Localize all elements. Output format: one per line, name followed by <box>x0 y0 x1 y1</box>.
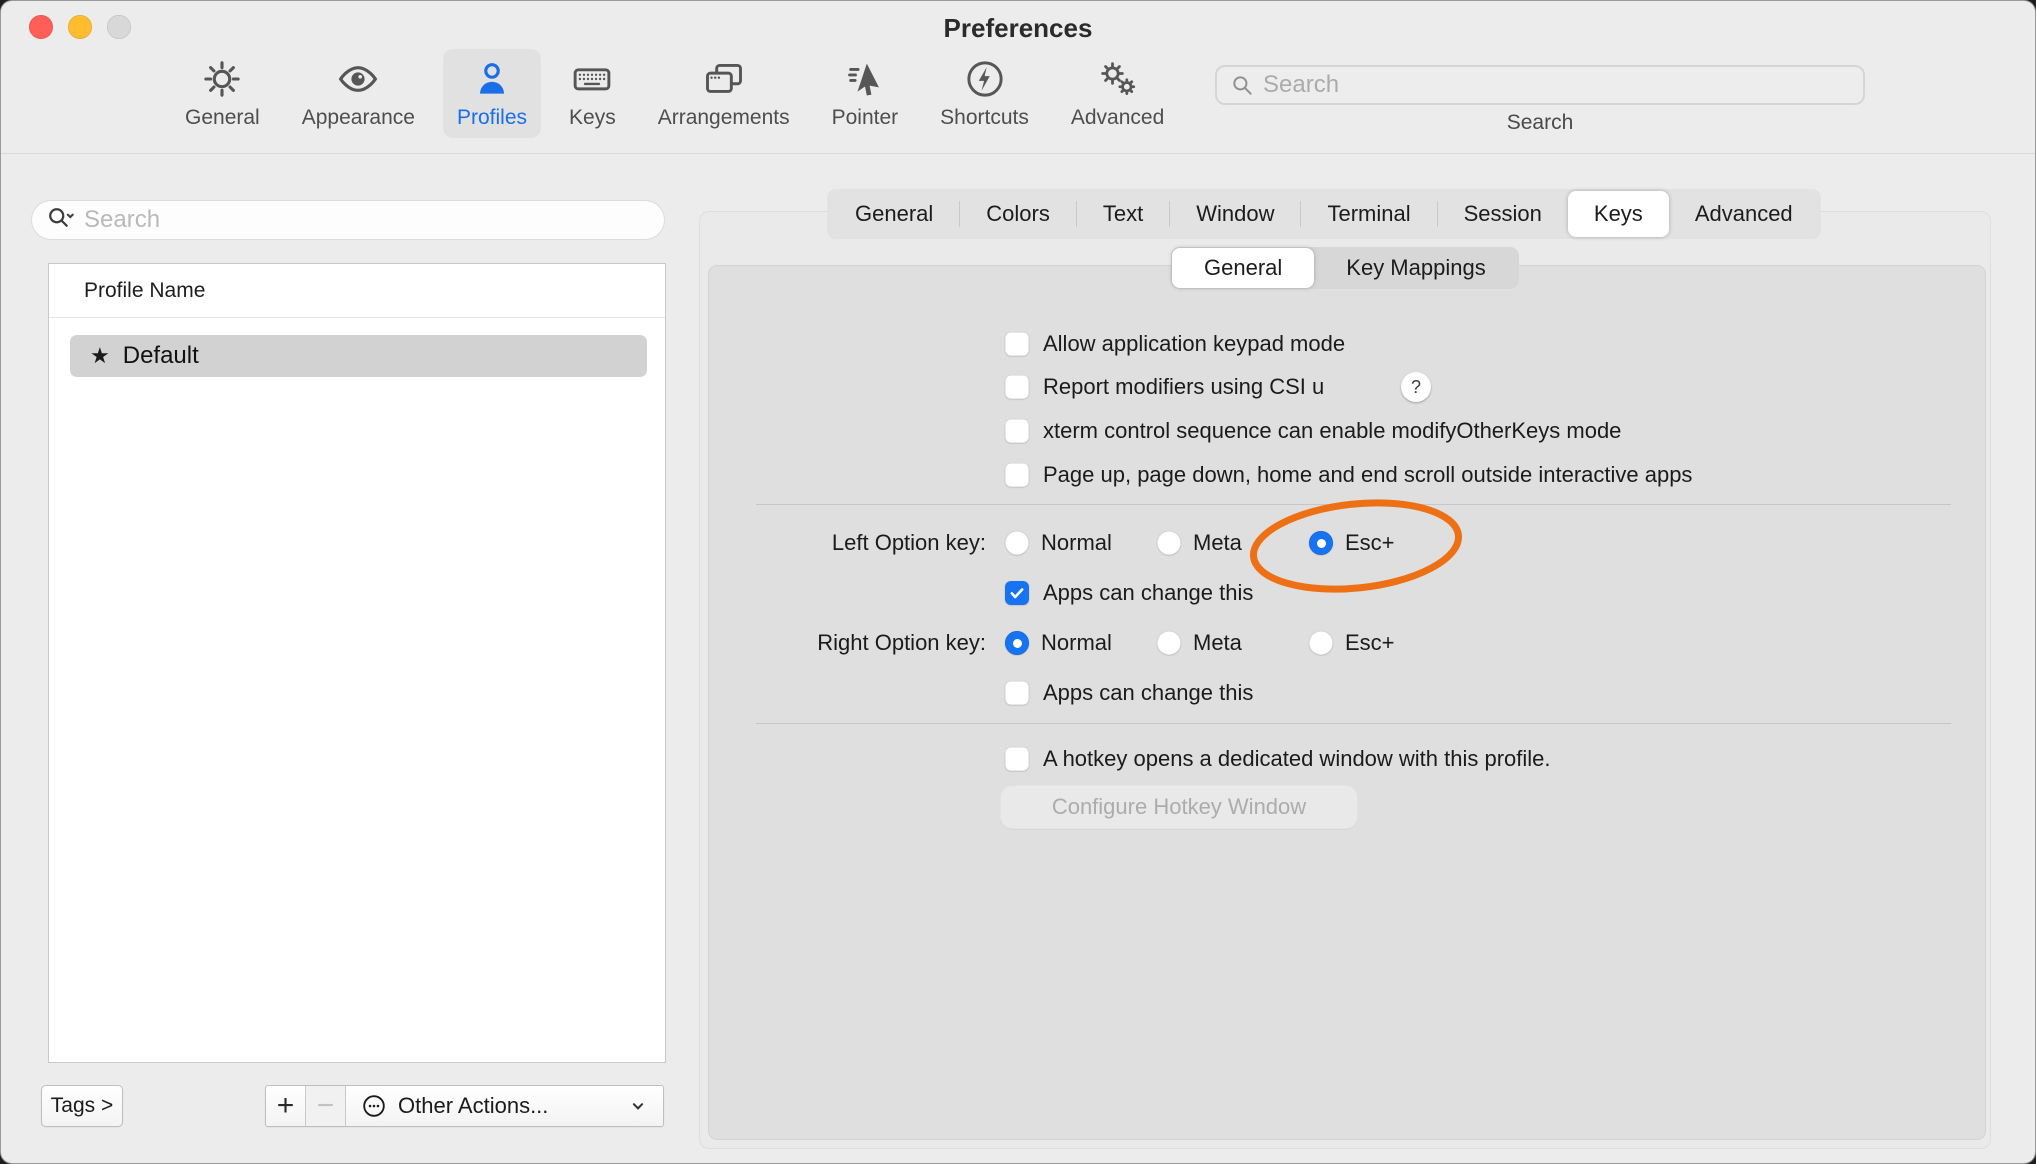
toolbar-label: Profiles <box>457 106 527 130</box>
keys-general-contentbox <box>708 265 1986 1140</box>
checkbox-keypad-mode[interactable] <box>1005 332 1029 356</box>
subtab-key-mappings[interactable]: Key Mappings <box>1314 248 1517 288</box>
checkbox-label[interactable]: xterm control sequence can enable modify… <box>1043 417 1621 445</box>
toolbar-item-shortcuts[interactable]: Shortcuts <box>926 49 1043 138</box>
checkbox-csi-u[interactable] <box>1005 375 1029 399</box>
checkbox-label[interactable]: Page up, page down, home and end scroll … <box>1043 461 1692 489</box>
checkbox-left-apps-can-change[interactable] <box>1005 581 1029 605</box>
toolbar-item-appearance[interactable]: Appearance <box>288 49 429 138</box>
search-icon <box>1229 72 1255 98</box>
radio-left-meta[interactable] <box>1157 531 1181 555</box>
toolbar-label: Keys <box>569 106 616 130</box>
toolbar-search-label: Search <box>1215 111 1865 135</box>
tab-keys[interactable]: Keys <box>1568 191 1669 237</box>
keys-subtab-bar: General Key Mappings <box>1171 247 1519 289</box>
radio-left-esc[interactable] <box>1309 531 1333 555</box>
checkbox-label[interactable]: A hotkey opens a dedicated window with t… <box>1043 745 1551 773</box>
preferences-window: Preferences General Appearance Profiles … <box>0 0 2036 1164</box>
checkbox-label[interactable]: Report modifiers using CSI u <box>1043 373 1324 401</box>
toolbar-item-advanced[interactable]: Advanced <box>1057 49 1178 138</box>
bolt-icon <box>963 57 1007 101</box>
gears-icon <box>1096 57 1140 101</box>
toolbar-label: General <box>185 106 260 130</box>
chevron-down-icon <box>627 1095 649 1117</box>
profile-actions-bar: + − Other Actions... <box>265 1085 664 1127</box>
toolbar-label: Advanced <box>1071 106 1164 130</box>
gear-icon <box>200 57 244 101</box>
tab-session[interactable]: Session <box>1438 191 1568 237</box>
tab-colors[interactable]: Colors <box>960 191 1076 237</box>
keyboard-icon <box>570 57 614 101</box>
checkbox-scroll-outside-apps[interactable] <box>1005 463 1029 487</box>
check-icon <box>1008 584 1026 602</box>
window-title: Preferences <box>1 13 2035 44</box>
tab-terminal[interactable]: Terminal <box>1301 191 1436 237</box>
profile-search-input[interactable] <box>84 206 650 234</box>
toolbar-label: Shortcuts <box>940 106 1029 130</box>
tab-general[interactable]: General <box>829 191 959 237</box>
subtab-general[interactable]: General <box>1172 248 1314 288</box>
profile-list: Profile Name ★ Default <box>48 263 666 1063</box>
checkbox-label[interactable]: Allow application keypad mode <box>1043 330 1345 358</box>
radio-label[interactable]: Normal <box>1041 629 1112 657</box>
radio-label[interactable]: Esc+ <box>1345 629 1395 657</box>
radio-left-normal[interactable] <box>1005 531 1029 555</box>
ellipsis-circle-icon <box>360 1092 388 1120</box>
toolbar-search-field[interactable] <box>1215 65 1865 105</box>
profile-name: Default <box>123 342 199 370</box>
other-actions-label: Other Actions... <box>398 1093 548 1119</box>
radio-label[interactable]: Esc+ <box>1345 529 1395 557</box>
toolbar-search-input[interactable] <box>1263 71 1851 99</box>
eye-icon <box>336 57 380 101</box>
profile-row-default[interactable]: ★ Default <box>70 335 647 377</box>
checkbox-modify-other-keys[interactable] <box>1005 419 1029 443</box>
radio-label[interactable]: Meta <box>1193 629 1242 657</box>
toolbar-label: Arrangements <box>658 106 790 130</box>
add-profile-button[interactable]: + <box>266 1086 306 1126</box>
tags-button[interactable]: Tags > <box>41 1085 123 1127</box>
separator <box>756 723 1951 724</box>
radio-label[interactable]: Meta <box>1193 529 1242 557</box>
pointer-icon <box>843 57 887 101</box>
configure-hotkey-window-button[interactable]: Configure Hotkey Window <box>1000 785 1358 829</box>
tab-window[interactable]: Window <box>1170 191 1300 237</box>
toolbar-divider <box>1 153 2035 154</box>
radio-label[interactable]: Normal <box>1041 529 1112 557</box>
person-icon <box>470 57 514 101</box>
tab-advanced[interactable]: Advanced <box>1669 191 1819 237</box>
toolbar-item-profiles[interactable]: Profiles <box>443 49 541 138</box>
star-icon: ★ <box>90 345 110 367</box>
profile-tab-bar: General Colors Text Window Terminal Sess… <box>827 189 1821 239</box>
remove-profile-button[interactable]: − <box>306 1086 346 1126</box>
right-option-key-label: Right Option key: <box>691 629 986 657</box>
checkbox-label[interactable]: Apps can change this <box>1043 579 1253 607</box>
toolbar: General Appearance Profiles Keys Arrange… <box>171 49 1178 138</box>
toolbar-item-keys[interactable]: Keys <box>555 49 630 138</box>
checkbox-label[interactable]: Apps can change this <box>1043 679 1253 707</box>
help-button[interactable]: ? <box>1401 372 1431 402</box>
checkbox-right-apps-can-change[interactable] <box>1005 681 1029 705</box>
profile-search-field[interactable] <box>31 200 665 240</box>
windows-icon <box>702 57 746 101</box>
checkbox-hotkey-window[interactable] <box>1005 747 1029 771</box>
toolbar-item-arrangements[interactable]: Arrangements <box>644 49 804 138</box>
search-menu-icon <box>46 205 76 235</box>
toolbar-item-pointer[interactable]: Pointer <box>818 49 913 138</box>
radio-right-normal[interactable] <box>1005 631 1029 655</box>
toolbar-item-general[interactable]: General <box>171 49 274 138</box>
left-option-key-label: Left Option key: <box>701 529 986 557</box>
separator <box>756 504 1951 505</box>
tab-text[interactable]: Text <box>1077 191 1169 237</box>
toolbar-label: Appearance <box>302 106 415 130</box>
toolbar-label: Pointer <box>832 106 899 130</box>
profile-list-header: Profile Name <box>49 264 665 318</box>
radio-right-meta[interactable] <box>1157 631 1181 655</box>
radio-right-esc[interactable] <box>1309 631 1333 655</box>
other-actions-dropdown[interactable]: Other Actions... <box>346 1086 663 1126</box>
